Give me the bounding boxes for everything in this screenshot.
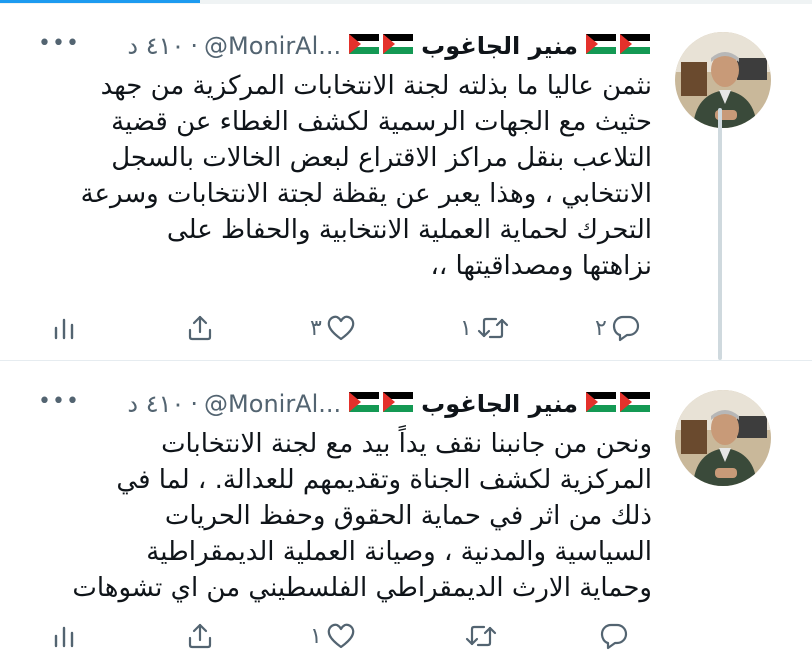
stats-button[interactable] bbox=[50, 308, 78, 348]
top-progress-bar bbox=[0, 0, 812, 4]
tweet-header: ٤١٠ د · @MonirAl... منير الجاغوب bbox=[127, 30, 652, 62]
more-options-button[interactable]: ••• bbox=[38, 386, 80, 418]
heart-icon bbox=[326, 314, 356, 342]
reply-button[interactable]: ٢ bbox=[595, 308, 641, 348]
tweet-time[interactable]: ٤١٠ د bbox=[127, 390, 184, 418]
tweet[interactable]: ٤١٠ د · @MonirAl... منير الجاغوب ••• نثم… bbox=[0, 18, 812, 360]
tweet-text-line: نزاهتها ومصداقيتها ،، bbox=[430, 251, 652, 281]
tweet-text-line: المركزية لكشف الجناة وتقديمهم للعدالة. ،… bbox=[116, 465, 652, 495]
thread-connector-line bbox=[718, 108, 722, 360]
stats-button[interactable] bbox=[50, 616, 78, 656]
reply-button[interactable] bbox=[595, 616, 629, 656]
palestine-flag-icon bbox=[349, 34, 380, 58]
retweet-button[interactable]: ١ bbox=[460, 308, 510, 348]
share-icon bbox=[185, 621, 215, 651]
tweet-text-line: نثمن عاليا ما بذلته لجنة الانتخابات المر… bbox=[100, 71, 652, 101]
header-separator: · bbox=[190, 32, 199, 60]
user-handle[interactable]: @MonirAl... bbox=[204, 390, 341, 418]
user-name[interactable]: منير الجاغوب bbox=[421, 32, 578, 60]
palestine-flag-icon bbox=[586, 392, 616, 416]
share-button[interactable] bbox=[185, 616, 215, 656]
palestine-flag-icon bbox=[349, 392, 380, 416]
reply-count: ٢ bbox=[595, 315, 607, 341]
palestine-flag-icon bbox=[586, 34, 616, 58]
like-button[interactable]: ١ bbox=[310, 616, 356, 656]
share-icon bbox=[185, 313, 215, 343]
tweet-text-line: وحماية الارث الديمقراطي الفلسطيني من اي … bbox=[72, 573, 652, 603]
tweet-time[interactable]: ٤١٠ د bbox=[127, 32, 184, 60]
tweet-actions: ٣ ١ ٢ bbox=[40, 308, 660, 348]
retweet-icon bbox=[476, 314, 510, 342]
tweet-text-line: التحرك لحماية العملية الانتخابية والحفاظ… bbox=[166, 215, 652, 245]
tweet-text-line: الانتخابي ، وهذا يعبر عن يقظة لجتة الانت… bbox=[80, 179, 652, 209]
more-options-button[interactable]: ••• bbox=[38, 28, 80, 60]
like-count: ٣ bbox=[310, 315, 322, 341]
avatar[interactable] bbox=[675, 32, 771, 128]
tweet-text-line: التلاعب بنقل مراكز الاقتراع لبعض الخالات… bbox=[111, 143, 652, 173]
user-name[interactable]: منير الجاغوب bbox=[421, 390, 578, 418]
palestine-flag-icon bbox=[620, 392, 650, 416]
top-progress-accent bbox=[0, 0, 200, 3]
like-button[interactable]: ٣ bbox=[310, 308, 356, 348]
tweet-header: ٤١٠ د · @MonirAl... منير الجاغوب bbox=[127, 388, 652, 420]
palestine-flag-icon bbox=[383, 392, 414, 416]
retweet-count: ١ bbox=[460, 315, 472, 341]
palestine-flag-icon bbox=[383, 34, 414, 58]
user-handle[interactable]: @MonirAl... bbox=[204, 32, 341, 60]
retweet-button[interactable] bbox=[460, 616, 498, 656]
tweet-divider bbox=[0, 360, 812, 361]
avatar[interactable] bbox=[675, 390, 771, 486]
tweet-text: نثمن عاليا ما بذلته لجنة الانتخابات المر… bbox=[42, 68, 652, 284]
tweet-text-line: ونحن من جانبنا نقف يداً بيد مع لجنة الان… bbox=[161, 429, 652, 459]
stats-icon bbox=[50, 622, 78, 650]
reply-icon bbox=[599, 621, 629, 651]
header-separator: · bbox=[190, 390, 199, 418]
tweet-text-line: السياسية والمدنية ، وصيانة العملية الديم… bbox=[146, 537, 652, 567]
heart-icon bbox=[326, 622, 356, 650]
reply-icon bbox=[611, 313, 641, 343]
share-button[interactable] bbox=[185, 308, 215, 348]
retweet-icon bbox=[464, 622, 498, 650]
tweet-text-line: ذلك من اثر في حماية الحقوق وحفظ الحريات bbox=[164, 501, 652, 531]
like-count: ١ bbox=[310, 623, 322, 649]
tweet-text: ونحن من جانبنا نقف يداً بيد مع لجنة الان… bbox=[42, 426, 652, 606]
tweet-actions: ١ bbox=[40, 616, 660, 656]
palestine-flag-icon bbox=[620, 34, 650, 58]
tweet-text-line: حثيث مع الجهات الرسمية لكشف الغطاء عن قض… bbox=[111, 107, 652, 137]
tweet[interactable]: ٤١٠ د · @MonirAl... منير الجاغوب ••• ونح… bbox=[0, 376, 812, 672]
stats-icon bbox=[50, 314, 78, 342]
